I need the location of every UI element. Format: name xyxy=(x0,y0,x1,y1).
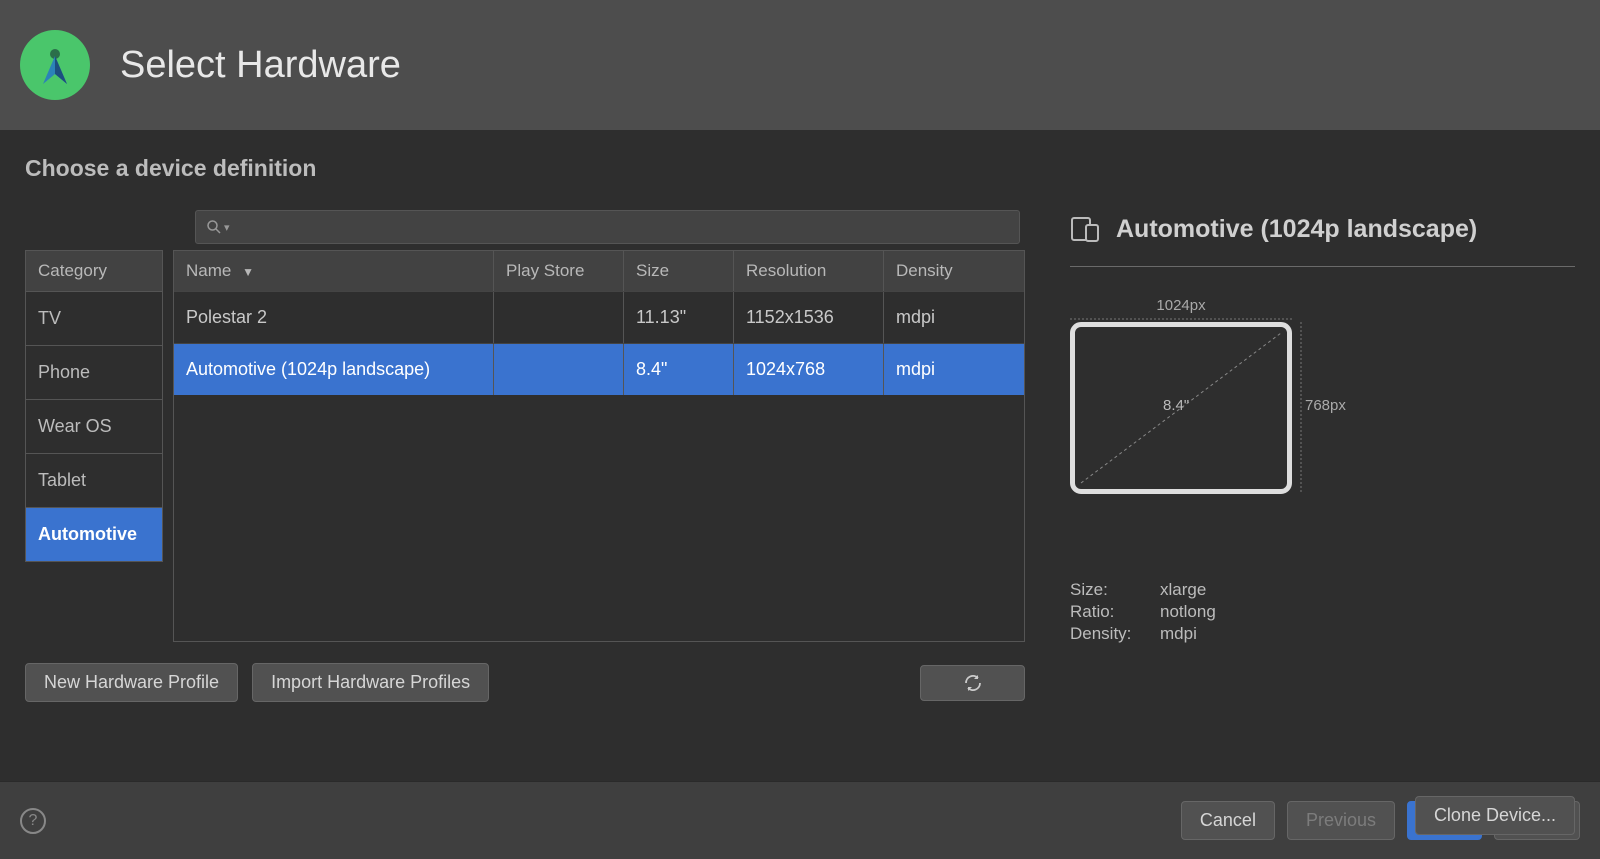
dimension-guides-right xyxy=(1296,322,1326,522)
cell-density: mdpi xyxy=(884,344,1024,395)
page-title: Select Hardware xyxy=(120,44,401,87)
main-panel: Choose a device definition ▾ Category TV… xyxy=(0,130,1600,781)
spec-size-label: Size: xyxy=(1070,580,1148,600)
search-input[interactable]: ▾ xyxy=(195,210,1020,244)
category-header: Category xyxy=(25,250,163,292)
device-frame: 8.4" xyxy=(1070,322,1292,494)
column-header-size[interactable]: Size xyxy=(624,251,734,291)
import-hardware-profiles-button[interactable]: Import Hardware Profiles xyxy=(252,663,489,702)
cell-size: 11.13" xyxy=(624,292,734,343)
table-row[interactable]: Automotive (1024p landscape) 8.4" 1024x7… xyxy=(174,343,1024,395)
category-item-phone[interactable]: Phone xyxy=(25,346,163,400)
refresh-icon xyxy=(963,673,983,693)
column-header-name[interactable]: Name ▼ xyxy=(174,251,494,291)
spec-ratio-value: notlong xyxy=(1160,602,1216,622)
column-header-density[interactable]: Density xyxy=(884,251,1024,291)
previous-button[interactable]: Previous xyxy=(1287,801,1395,840)
android-studio-logo xyxy=(20,30,90,100)
cell-name: Automotive (1024p landscape) xyxy=(174,344,494,395)
diagonal-dimension: 8.4" xyxy=(1163,397,1189,414)
new-hardware-profile-button[interactable]: New Hardware Profile xyxy=(25,663,238,702)
clone-device-button[interactable]: Clone Device... xyxy=(1415,796,1575,835)
cell-resolution: 1024x768 xyxy=(734,344,884,395)
cell-name: Polestar 2 xyxy=(174,292,494,343)
column-header-playstore[interactable]: Play Store xyxy=(494,251,624,291)
category-item-tablet[interactable]: Tablet xyxy=(25,454,163,508)
help-button[interactable]: ? xyxy=(20,808,46,834)
search-icon xyxy=(206,219,222,235)
sort-indicator-icon: ▼ xyxy=(242,265,254,279)
spec-density-value: mdpi xyxy=(1160,624,1197,644)
cell-resolution: 1152x1536 xyxy=(734,292,884,343)
device-table: Name ▼ Play Store Size Resolution Densit… xyxy=(173,250,1025,642)
table-row[interactable]: Polestar 2 11.13" 1152x1536 mdpi xyxy=(174,291,1024,343)
category-item-automotive[interactable]: Automotive xyxy=(25,508,163,562)
category-item-wearos[interactable]: Wear OS xyxy=(25,400,163,454)
category-item-tv[interactable]: TV xyxy=(25,292,163,346)
table-header-row: Name ▼ Play Store Size Resolution Densit… xyxy=(174,251,1024,291)
preview-panel: Automotive (1024p landscape) 1024px 768p… xyxy=(1070,210,1575,702)
column-header-resolution[interactable]: Resolution xyxy=(734,251,884,291)
device-specs: Size: xlarge Ratio: notlong Density: mdp… xyxy=(1070,580,1575,644)
devices-icon xyxy=(1070,214,1100,244)
cell-density: mdpi xyxy=(884,292,1024,343)
preview-title: Automotive (1024p landscape) xyxy=(1116,215,1477,244)
spec-size-value: xlarge xyxy=(1160,580,1206,600)
category-list: Category TV Phone Wear OS Tablet Automot… xyxy=(25,250,163,642)
spec-density-label: Density: xyxy=(1070,624,1148,644)
refresh-button[interactable] xyxy=(920,665,1025,701)
cancel-button[interactable]: Cancel xyxy=(1181,801,1275,840)
device-dimension-diagram: 1024px 768px 8.4" xyxy=(1070,322,1360,542)
subtitle: Choose a device definition xyxy=(25,155,1575,182)
header-bar: Select Hardware xyxy=(0,0,1600,130)
spec-ratio-label: Ratio: xyxy=(1070,602,1148,622)
cell-playstore xyxy=(494,292,624,343)
cell-playstore xyxy=(494,344,624,395)
column-name-label: Name xyxy=(186,261,231,280)
wizard-footer: ? Cancel Previous Next Finish xyxy=(0,781,1600,859)
cell-size: 8.4" xyxy=(624,344,734,395)
compass-icon xyxy=(34,44,76,86)
